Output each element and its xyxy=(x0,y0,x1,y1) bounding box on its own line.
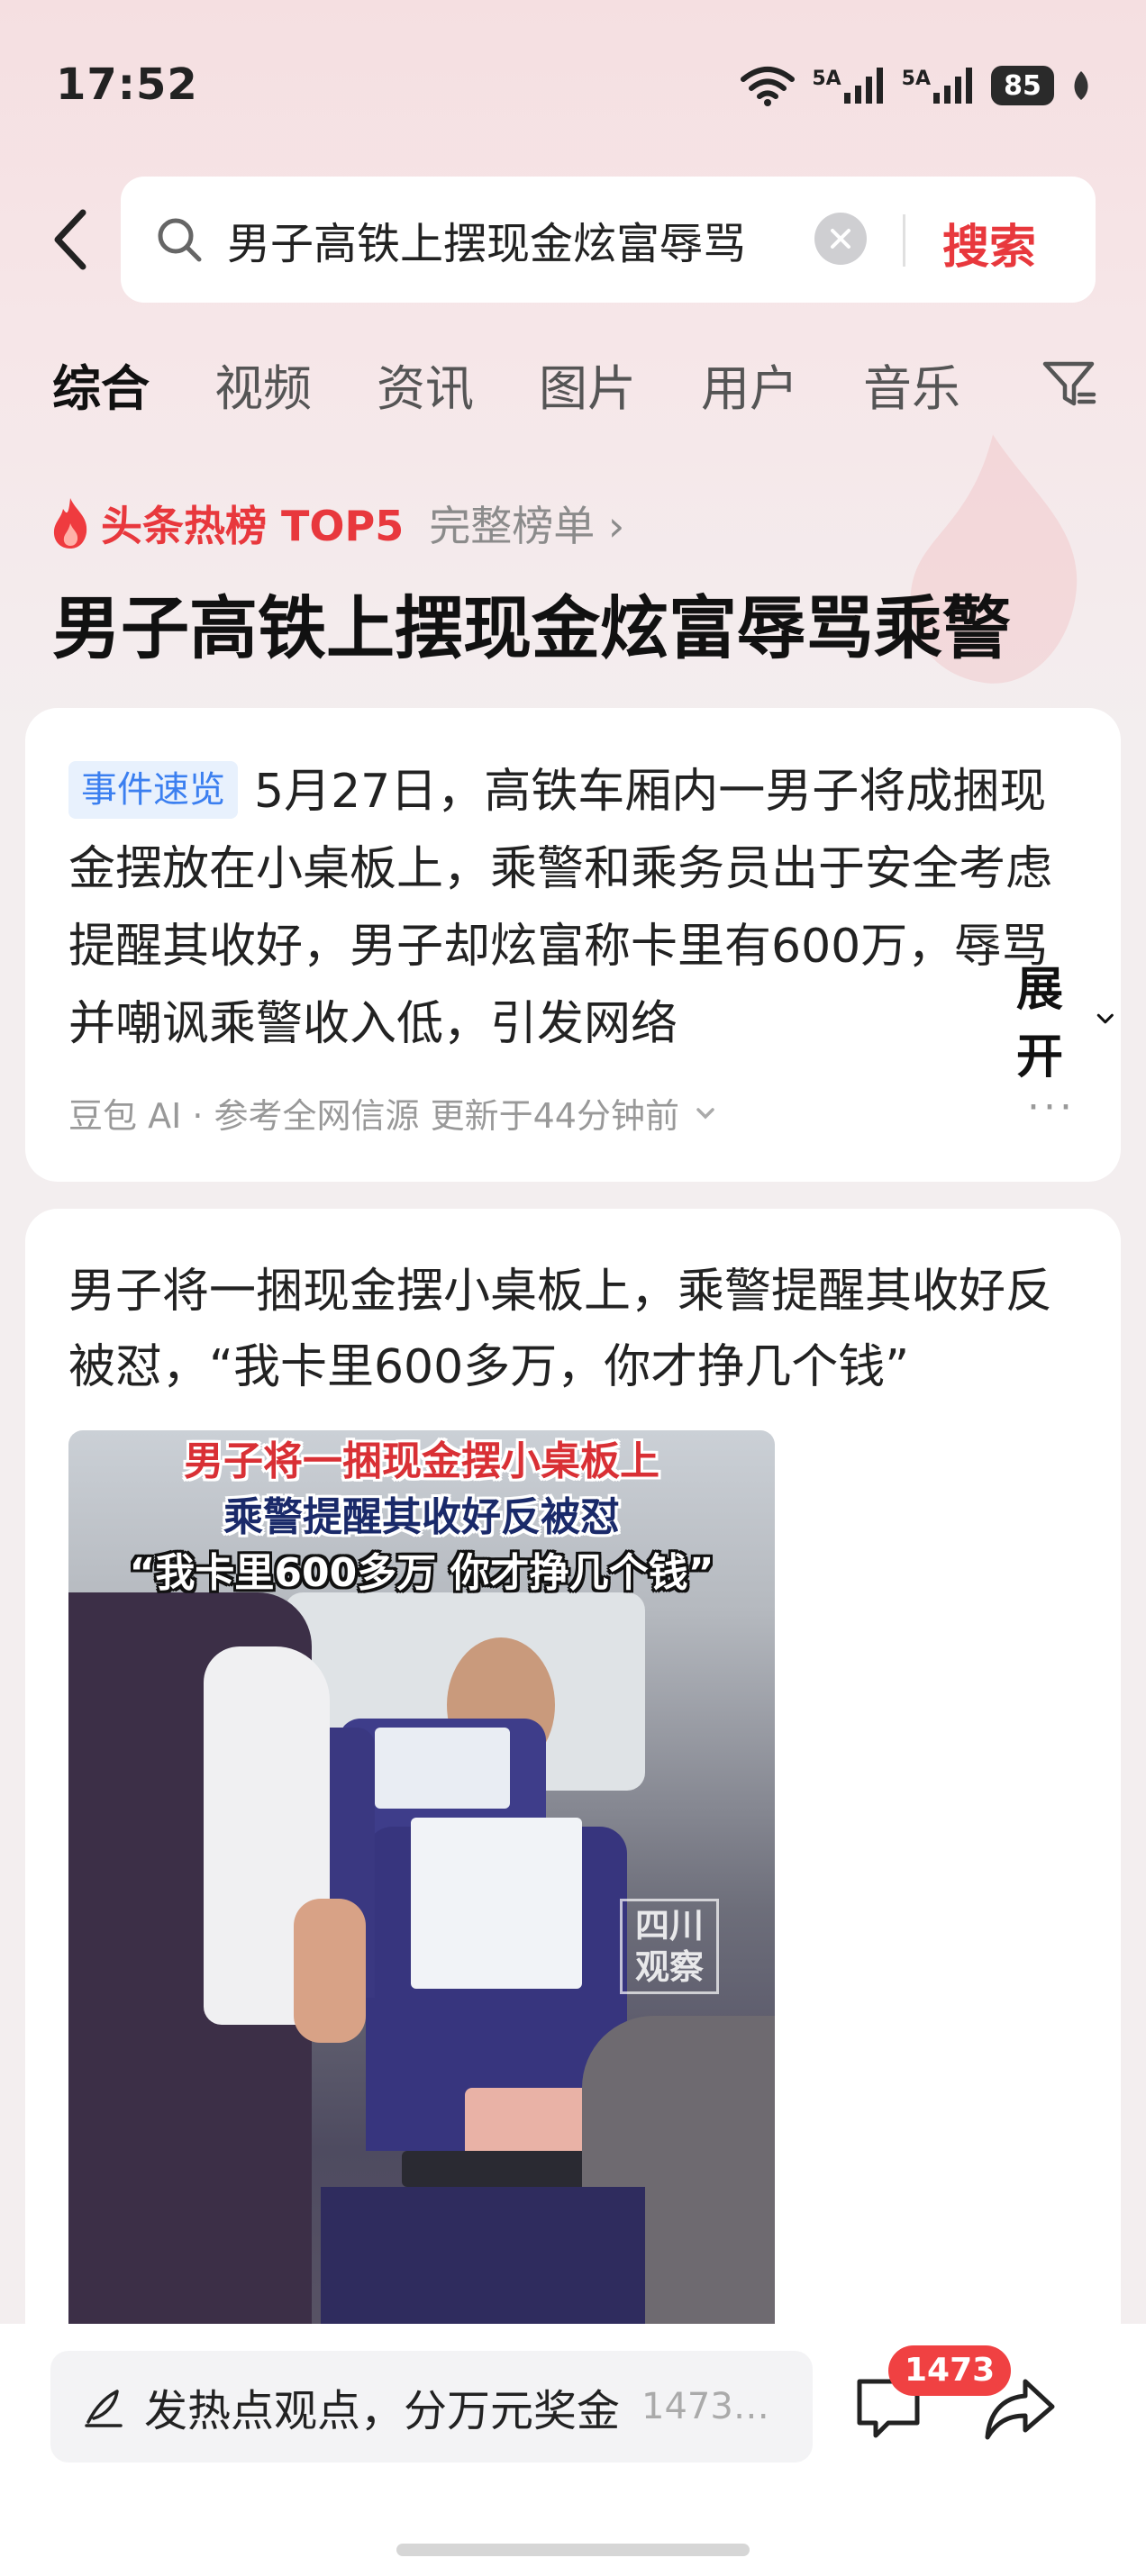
search-button[interactable]: 搜索 xyxy=(942,209,1036,277)
cell-signal-2-label: 5A xyxy=(901,68,931,90)
video-caption-line1: 男子将一捆现金摆小桌板上 xyxy=(184,1438,659,1484)
video-caption-line2: 乘警提醒其收好反被怼 xyxy=(223,1494,620,1540)
search-tabs: 综合 视频 资讯 图片 用户 音乐 xyxy=(52,348,1097,420)
chevron-down-icon xyxy=(696,1107,714,1119)
signal-bars-icon xyxy=(843,68,883,104)
pen-icon xyxy=(85,2390,123,2427)
close-icon xyxy=(831,229,850,249)
full-list-link[interactable]: 完整榜单 › xyxy=(429,494,624,553)
bottom-action-bar: 发热点观点，分万元奖金 1473… 1473 xyxy=(0,2324,1146,2576)
hot-headline[interactable]: 男子高铁上摆现金炫富辱骂乘警 xyxy=(52,573,1011,672)
search-input[interactable]: 男子高铁上摆现金炫富辱骂 xyxy=(227,208,804,271)
signal-bars-icon xyxy=(933,68,972,104)
tab-comprehensive[interactable]: 综合 xyxy=(52,349,150,420)
filter-icon[interactable] xyxy=(1040,355,1097,413)
cell-signal-2: 5A xyxy=(902,68,975,104)
hot-list-label: 头条热榜 TOP5 xyxy=(101,502,405,550)
event-badge: 事件速览 xyxy=(68,761,238,819)
comment-prompt: 发热点观点，分万元奖金 xyxy=(144,2386,621,2436)
home-indicator xyxy=(396,2544,750,2556)
comment-input[interactable]: 发热点观点，分万元奖金 1473… xyxy=(50,2351,813,2463)
attendant-arm xyxy=(294,1899,366,2043)
share-icon[interactable] xyxy=(982,2371,1058,2446)
chevron-down-icon xyxy=(1097,1013,1114,1024)
back-arrow-icon[interactable] xyxy=(45,204,99,276)
more-options-button[interactable]: ··· xyxy=(1027,1084,1076,1130)
wifi-icon xyxy=(741,67,796,106)
event-summary-card: 事件速览 5月27日，高铁车厢内一男子将成捆现金摆放在小桌板上，乘警和乘务员出于安… xyxy=(25,708,1121,1182)
comment-count-hint: 1473… xyxy=(641,2386,769,2427)
tab-news[interactable]: 资讯 xyxy=(377,349,474,420)
tab-images[interactable]: 图片 xyxy=(539,349,636,420)
search-bar[interactable]: 男子高铁上摆现金炫富辱骂 搜索 xyxy=(121,177,1096,303)
cell-signal-1-label: 5A xyxy=(812,68,841,90)
tab-video[interactable]: 视频 xyxy=(214,349,312,420)
cell-signal-1: 5A xyxy=(812,68,885,104)
search-divider xyxy=(903,214,905,267)
expand-label: 展开 xyxy=(1016,963,1064,1084)
hot-list-row[interactable]: 头条热榜 TOP5 完整榜单 › xyxy=(49,494,624,553)
summary-meta[interactable]: 豆包 AI · 参考全网信源 更新于44分钟前 xyxy=(68,1088,719,1138)
status-icons: 5A 5A 85 xyxy=(740,63,1092,108)
summary-meta-text: 豆包 AI · 参考全网信源 更新于44分钟前 xyxy=(68,1096,679,1136)
clear-search-button[interactable] xyxy=(814,213,867,265)
tab-users[interactable]: 用户 xyxy=(701,349,798,420)
leaf-icon xyxy=(1074,71,1088,100)
battery-indicator: 85 xyxy=(991,66,1054,105)
seat-headrest xyxy=(375,1728,510,1809)
video-caption-line3: “我卡里600多万 你才挣几个钱” xyxy=(129,1550,714,1596)
video-watermark: 四川观察 xyxy=(620,1899,719,1994)
status-bar: 17:52 5A 5A 85 xyxy=(0,0,1146,171)
expand-button[interactable]: 展开 xyxy=(890,963,1121,1084)
search-icon xyxy=(158,218,202,262)
article-title[interactable]: 男子将一捆现金摆小桌板上，乘警提醒其收好反被怼，“我卡里600多万，你才挣几个钱… xyxy=(68,1254,1096,1405)
fire-icon xyxy=(53,498,87,549)
status-time: 17:52 xyxy=(56,59,198,110)
seat-headrest xyxy=(411,1818,582,1989)
tab-music[interactable]: 音乐 xyxy=(863,349,960,420)
